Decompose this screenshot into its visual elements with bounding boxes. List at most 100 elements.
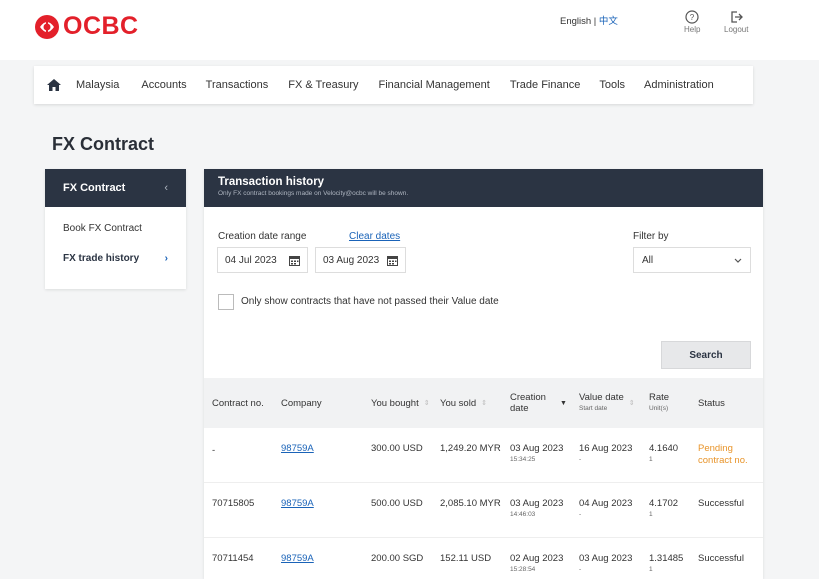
cell-value-date-value: 03 Aug 2023 xyxy=(579,553,633,564)
nav-fx-treasury[interactable]: FX & Treasury xyxy=(288,79,358,91)
cell-company-link[interactable]: 98759A xyxy=(281,498,314,510)
cell-company-link[interactable]: 98759A xyxy=(281,443,314,455)
clear-dates-link[interactable]: Clear dates xyxy=(349,231,400,242)
col-company-label: Company xyxy=(281,397,322,409)
nav-transactions[interactable]: Transactions xyxy=(206,79,269,91)
calendar-icon[interactable] xyxy=(289,255,300,266)
cell-value-date: 04 Aug 2023 - xyxy=(579,498,632,520)
col-rate-label: Rate xyxy=(649,392,670,403)
cell-rate-unit: 1 xyxy=(649,566,653,573)
date-from-value: 04 Jul 2023 xyxy=(225,254,277,266)
cell-rate: 4.1702 1 xyxy=(649,498,678,520)
date-from-field[interactable]: 04 Jul 2023 xyxy=(217,247,308,273)
ocbc-logo-icon xyxy=(35,14,59,39)
col-company: Company xyxy=(281,378,322,428)
cell-rate-unit: 1 xyxy=(649,456,653,463)
col-status-label: Status xyxy=(698,397,725,409)
main-navigation: Malaysia Accounts Transactions FX & Trea… xyxy=(34,66,753,104)
side-item-fx-trade-history[interactable]: FX trade history › xyxy=(45,243,186,273)
cell-value-date: 03 Aug 2023 - xyxy=(579,553,632,575)
col-rate: Rate Unit(s) xyxy=(649,378,669,428)
col-value-date[interactable]: Value date Start date ⇕ xyxy=(579,378,635,428)
filter-by-label: Filter by xyxy=(633,231,669,242)
cell-you-sold: 152.11 USD xyxy=(440,553,492,564)
nav-administration[interactable]: Administration xyxy=(644,79,714,91)
value-date-checkbox[interactable] xyxy=(218,294,234,310)
cell-rate-value: 4.1702 xyxy=(649,498,679,509)
cell-rate-unit: 1 xyxy=(649,511,653,518)
table-row[interactable]: - 98759A 300.00 USD 1,249.20 MYR 03 Aug … xyxy=(204,428,763,483)
cell-you-sold: 1,249.20 MYR xyxy=(440,443,501,454)
home-icon xyxy=(47,79,61,91)
help-button[interactable]: ? Help xyxy=(684,10,700,34)
cell-creation-date: 03 Aug 2023 15:34:25 xyxy=(510,443,563,465)
nav-trade-finance[interactable]: Trade Finance xyxy=(510,79,581,91)
status-badge: Pending contract no. xyxy=(698,443,748,466)
date-range-label: Creation date range xyxy=(218,231,307,242)
cell-creation-time: 14:46:03 xyxy=(510,511,536,518)
value-date-checkbox-label: Only show contracts that have not passed… xyxy=(241,296,499,307)
cell-you-bought: 300.00 USD xyxy=(371,443,423,454)
nav-financial-management[interactable]: Financial Management xyxy=(379,79,490,91)
filter-select[interactable]: All xyxy=(633,247,751,273)
side-item-book-fx-contract[interactable]: Book FX Contract xyxy=(45,213,186,243)
col-you-bought[interactable]: You bought ⇕ xyxy=(371,378,430,428)
svg-text:?: ? xyxy=(690,13,695,22)
col-contract-no: Contract no. xyxy=(212,378,264,428)
side-menu: FX Contract ‹ Book FX Contract FX trade … xyxy=(45,169,186,289)
status-badge: Successful xyxy=(698,498,744,509)
cell-rate-value: 1.31485 xyxy=(649,553,684,564)
cell-value-date: 16 Aug 2023 - xyxy=(579,443,632,465)
table-header: Contract no. Company You bought ⇕ You sol… xyxy=(204,378,763,428)
logout-label: Logout xyxy=(724,25,749,34)
cell-rate-value: 4.1640 xyxy=(649,443,679,454)
cell-creation-date-value: 02 Aug 2023 xyxy=(510,553,564,564)
col-creation-date-label: Creation date xyxy=(510,392,546,414)
nav-home[interactable] xyxy=(34,78,74,92)
side-menu-title: FX Contract xyxy=(63,182,126,194)
col-value-date-label: Value date xyxy=(579,392,624,403)
side-menu-header[interactable]: FX Contract ‹ xyxy=(45,169,186,207)
sort-desc-icon: ▼ xyxy=(560,399,567,407)
cell-you-bought: 200.00 SGD xyxy=(371,553,424,564)
nav-accounts[interactable]: Accounts xyxy=(141,79,186,91)
cell-value-date-value: 16 Aug 2023 xyxy=(579,443,633,454)
table-row[interactable]: 70711454 98759A 200.00 SGD 152.11 USD 02… xyxy=(204,538,763,579)
lang-chinese[interactable]: 中文 xyxy=(599,16,618,27)
cell-creation-date-value: 03 Aug 2023 xyxy=(510,443,564,454)
date-to-field[interactable]: 03 Aug 2023 xyxy=(315,247,406,273)
table-row[interactable]: 70715805 98759A 500.00 USD 2,085.10 MYR … xyxy=(204,483,763,538)
cell-contract-no: - xyxy=(212,445,216,456)
cell-company-link[interactable]: 98759A xyxy=(281,553,314,565)
col-start-date-label: Start date xyxy=(579,405,608,412)
lang-english[interactable]: English xyxy=(560,16,591,27)
lang-separator: | xyxy=(591,16,599,27)
help-icon: ? xyxy=(685,10,699,24)
nav-tools[interactable]: Tools xyxy=(599,79,625,91)
cell-creation-time: 15:28:54 xyxy=(510,566,536,573)
cell-creation-date-value: 03 Aug 2023 xyxy=(510,498,564,509)
cell-creation-date: 03 Aug 2023 14:46:03 xyxy=(510,498,563,520)
cell-you-bought: 500.00 USD xyxy=(371,498,423,509)
card-header: Transaction history Only FX contract boo… xyxy=(204,169,763,207)
col-contract-no-label: Contract no. xyxy=(212,397,264,409)
chevron-down-icon xyxy=(734,258,742,263)
sort-icon: ⇕ xyxy=(481,399,487,407)
col-you-sold-label: You sold xyxy=(440,397,477,409)
cell-creation-date: 02 Aug 2023 15:28:54 xyxy=(510,553,563,575)
nav-malaysia[interactable]: Malaysia xyxy=(76,79,119,91)
cell-contract-no: 70715805 xyxy=(212,498,255,509)
logo-text: OCBC xyxy=(63,12,139,40)
page-title: FX Contract xyxy=(52,134,155,154)
logout-button[interactable]: Logout xyxy=(724,10,748,34)
transaction-history-card: Transaction history Only FX contract boo… xyxy=(204,169,763,579)
chevron-left-icon[interactable]: ‹ xyxy=(164,182,168,194)
language-switcher: English | 中文 xyxy=(560,13,618,27)
col-creation-date[interactable]: Creation date ▼ xyxy=(510,378,578,428)
search-button[interactable]: Search xyxy=(661,341,751,369)
card-title: Transaction history xyxy=(218,176,325,188)
col-you-sold[interactable]: You sold ⇕ xyxy=(440,378,487,428)
ocbc-logo[interactable]: OCBC xyxy=(34,12,139,41)
calendar-icon[interactable] xyxy=(387,255,398,266)
side-item-label: Book FX Contract xyxy=(63,222,142,234)
